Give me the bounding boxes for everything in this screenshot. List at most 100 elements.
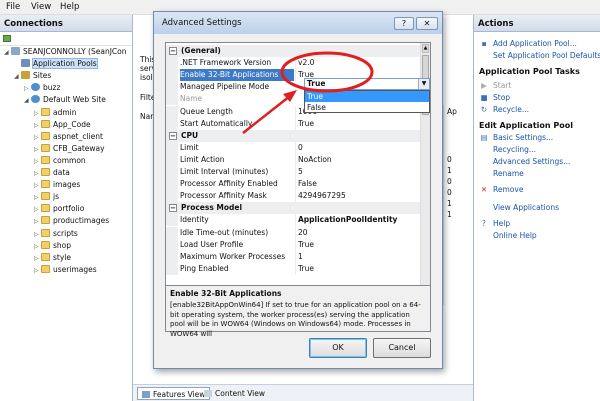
- tree-expander-icon[interactable]: ▷: [24, 83, 30, 94]
- tree-node[interactable]: ▷ portfolio: [34, 203, 84, 214]
- tree-node[interactable]: ▷ productimages: [34, 215, 109, 226]
- property-row-gutter: [166, 226, 178, 239]
- tree-expander-icon[interactable]: ▷: [34, 192, 40, 203]
- tree-node[interactable]: ▷ admin: [34, 107, 77, 118]
- action-rename[interactable]: Rename: [479, 169, 524, 179]
- property-row[interactable]: Maximum Worker Processes 1: [166, 250, 422, 263]
- property-category[interactable]: − (General): [166, 45, 422, 57]
- property-row[interactable]: Identity ApplicationPoolIdentity: [166, 214, 422, 227]
- action-start[interactable]: ▶ Start: [479, 81, 511, 91]
- action-label: Stop: [493, 93, 511, 102]
- tree-node[interactable]: ▷ aspnet_client: [34, 131, 103, 142]
- property-value[interactable]: False: [295, 178, 422, 191]
- tree-node[interactable]: ▷ buzz: [24, 82, 60, 93]
- property-value[interactable]: v2.0: [295, 57, 422, 70]
- tree-expander-icon[interactable]: ▷: [34, 216, 40, 227]
- collapse-icon[interactable]: −: [169, 204, 177, 213]
- tree-expander-icon[interactable]: ▷: [34, 144, 40, 155]
- dialog-title-bar[interactable]: Advanced Settings ? ✕: [154, 12, 442, 34]
- tree-node[interactable]: ▷ userimages: [34, 264, 97, 275]
- tree-expander-icon[interactable]: ▷: [34, 180, 40, 191]
- tree-expander-icon[interactable]: ◢: [14, 71, 20, 82]
- tree-expander-icon[interactable]: ▷: [34, 265, 40, 276]
- property-row[interactable]: .NET Framework Version v2.0: [166, 57, 422, 70]
- property-value[interactable]: 20: [295, 226, 422, 239]
- stop-icon: ■: [480, 93, 488, 102]
- tree-node[interactable]: Application Pools: [14, 58, 98, 70]
- tree-expander-icon[interactable]: ▷: [34, 253, 40, 264]
- menu-view[interactable]: View: [31, 2, 51, 12]
- action-add-application-pool[interactable]: ▪ Add Application Pool...: [479, 39, 576, 49]
- tree-expander-icon[interactable]: ▷: [34, 156, 40, 167]
- cancel-button[interactable]: Cancel: [373, 338, 431, 358]
- tree-expander-icon[interactable]: ▷: [34, 241, 40, 252]
- tree-node[interactable]: ▷ js: [34, 191, 59, 202]
- tree-expander-icon[interactable]: ▷: [34, 120, 40, 131]
- action-help[interactable]: ? Help: [479, 219, 510, 229]
- applications-column-header[interactable]: Ap: [447, 107, 457, 116]
- property-category[interactable]: − Process Model: [166, 202, 422, 215]
- action-advanced-settings[interactable]: Advanced Settings...: [479, 157, 570, 167]
- property-row[interactable]: Processor Affinity Enabled False: [166, 178, 422, 191]
- scroll-up-icon[interactable]: ▲: [422, 44, 429, 53]
- tree-node[interactable]: ▷ CFB_Gateway: [34, 143, 105, 154]
- action-set-application-pool-defaults[interactable]: Set Application Pool Defaults...: [479, 51, 600, 61]
- property-row[interactable]: Start Automatically True: [166, 117, 422, 130]
- property-value[interactable]: True: [295, 117, 422, 130]
- tree-node[interactable]: ◢ Sites: [14, 70, 51, 81]
- close-button[interactable]: ✕: [416, 17, 438, 30]
- menu-file[interactable]: File: [6, 2, 20, 12]
- tree-node[interactable]: ▷ common: [34, 155, 86, 166]
- ok-button[interactable]: OK: [309, 338, 367, 358]
- property-row[interactable]: Limit 0: [166, 141, 422, 154]
- action-online-help[interactable]: Online Help: [479, 231, 537, 241]
- tree-node[interactable]: ▷ scripts: [34, 228, 78, 239]
- tree-node[interactable]: ▷ data: [34, 167, 70, 178]
- connect-icon[interactable]: [3, 35, 11, 42]
- tree-expander-icon[interactable]: ▷: [34, 108, 40, 119]
- property-row[interactable]: Limit Interval (minutes) 5: [166, 166, 422, 178]
- action-stop[interactable]: ■ Stop: [479, 93, 510, 103]
- property-row[interactable]: Processor Affinity Mask 4294967295: [166, 190, 422, 203]
- help-button[interactable]: ?: [394, 17, 414, 30]
- property-value[interactable]: True: [295, 238, 422, 251]
- tree-expander-icon[interactable]: ◢: [4, 47, 10, 58]
- property-category[interactable]: − CPU: [166, 129, 422, 142]
- tree-expander-icon[interactable]: ▷: [34, 204, 40, 215]
- collapse-icon[interactable]: −: [169, 131, 177, 140]
- enable-32bit-dropdown[interactable]: True ▼: [304, 78, 430, 90]
- dropdown-option-true[interactable]: True: [305, 91, 429, 102]
- dropdown-option-false[interactable]: False: [305, 102, 429, 113]
- tree-node[interactable]: ▷ style: [34, 252, 71, 263]
- property-row[interactable]: Idle Time-out (minutes) 20: [166, 226, 422, 239]
- property-value[interactable]: 1: [295, 250, 422, 263]
- action-recycling[interactable]: Recycling...: [479, 145, 536, 155]
- property-value[interactable]: NoAction: [295, 153, 422, 166]
- tree-expander-icon[interactable]: ▷: [34, 132, 40, 143]
- tree-expander-icon[interactable]: ▷: [34, 168, 40, 179]
- property-value[interactable]: 0: [295, 141, 422, 154]
- tree-node[interactable]: ▷ App_Code: [34, 119, 91, 130]
- action-remove[interactable]: ✕ Remove: [479, 185, 524, 195]
- property-row[interactable]: Load User Profile True: [166, 238, 422, 251]
- tab-content-view[interactable]: Content View: [200, 387, 269, 400]
- action-recycle[interactable]: ↻ Recycle...: [479, 105, 529, 115]
- property-row[interactable]: Ping Enabled True: [166, 262, 422, 275]
- name-column-header[interactable]: Nar: [140, 112, 153, 121]
- tree-node[interactable]: ◢ Default Web Site: [24, 94, 106, 105]
- collapse-icon[interactable]: −: [169, 47, 177, 55]
- menu-help[interactable]: Help: [60, 2, 79, 12]
- property-value[interactable]: True: [295, 262, 422, 275]
- property-value[interactable]: ApplicationPoolIdentity: [295, 214, 422, 227]
- tree-node[interactable]: ▷ shop: [34, 240, 71, 251]
- property-value[interactable]: 4294967295: [295, 190, 422, 203]
- tree-expander-icon[interactable]: ◢: [24, 95, 30, 106]
- property-row[interactable]: Limit Action NoAction: [166, 153, 422, 166]
- tree-expander-icon[interactable]: ▷: [34, 229, 40, 240]
- property-value[interactable]: 5: [295, 166, 422, 178]
- tree-node[interactable]: ▷ images: [34, 179, 80, 190]
- chevron-down-icon[interactable]: ▼: [418, 79, 429, 89]
- action-basic-settings[interactable]: ▤ Basic Settings...: [479, 133, 553, 143]
- action-view-applications[interactable]: View Applications: [479, 203, 559, 213]
- tree-node[interactable]: ◢ SEANJCONNOLLY (SeanJCon: [4, 46, 126, 57]
